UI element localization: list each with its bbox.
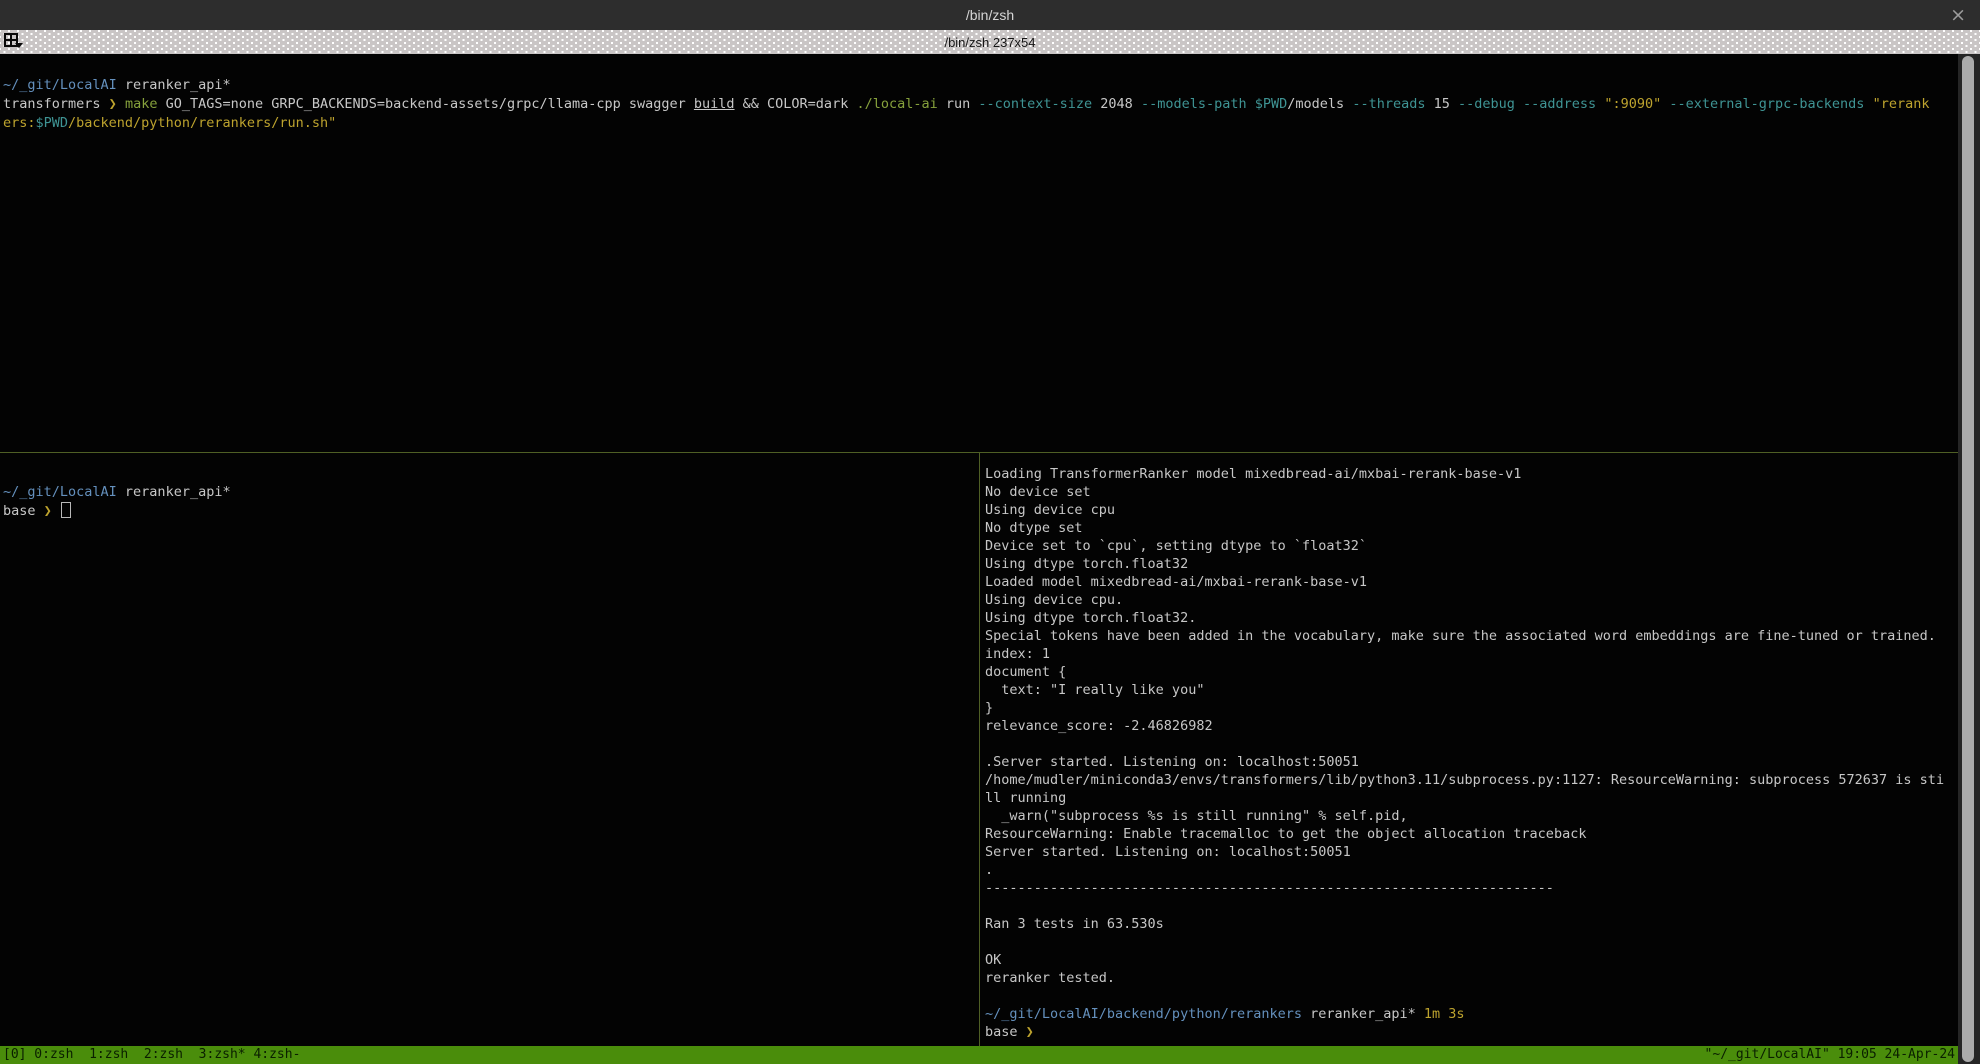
terminal-line: . (985, 861, 1958, 879)
terminal-line: transformers ❯ make GO_TAGS=none GRPC_BA… (3, 95, 1958, 114)
terminal-line: ll running (985, 789, 1958, 807)
terminal-line: Server started. Listening on: localhost:… (985, 843, 1958, 861)
pane-bottom-left-shell[interactable]: ~/_git/LocalAI reranker_api*base ❯ (0, 453, 982, 1046)
terminal-line: Loaded model mixedbread-ai/mxbai-rerank-… (985, 573, 1958, 591)
terminal-line: Using dtype torch.float32 (985, 555, 1958, 573)
terminal-line: reranker tested. (985, 969, 1958, 987)
terminal-line: base ❯ (3, 502, 982, 521)
tmux-status-bar: [0] 0:zsh 1:zsh 2:zsh 3:zsh* 4:zsh- "~/_… (0, 1046, 1958, 1064)
terminal-line: index: 1 (985, 645, 1958, 663)
pane-top-shell[interactable]: ~/_git/LocalAI reranker_api*transformers… (0, 54, 1958, 474)
terminal-line: Device set to `cpu`, setting dtype to `f… (985, 537, 1958, 555)
terminal-line: .Server started. Listening on: localhost… (985, 753, 1958, 771)
terminal-line (985, 897, 1958, 915)
terminal-line: Loading TransformerRanker model mixedbre… (985, 465, 1958, 483)
terminal-line: text: "I really like you" (985, 681, 1958, 699)
terminal-line: document { (985, 663, 1958, 681)
terminal-line: Using device cpu (985, 501, 1958, 519)
terminal-line: No dtype set (985, 519, 1958, 537)
tmux-window-list[interactable]: [0] 0:zsh 1:zsh 2:zsh 3:zsh* 4:zsh- (3, 1046, 300, 1064)
terminal-line: } (985, 699, 1958, 717)
window-titlebar: /bin/zsh × (0, 0, 1980, 30)
terminal-line: ResourceWarning: Enable tracemalloc to g… (985, 825, 1958, 843)
terminal-line: relevance_score: -2.46826982 (985, 717, 1958, 735)
chevron-down-icon (15, 43, 23, 48)
terminal-line: /home/mudler/miniconda3/envs/transformer… (985, 771, 1958, 789)
terminal-line: _warn("subprocess %s is still running" %… (985, 807, 1958, 825)
terminal-line: Ran 3 tests in 63.530s (985, 915, 1958, 933)
close-icon[interactable]: × (1950, 3, 1966, 27)
tab-bar: /bin/zsh 237x54 (0, 30, 1980, 54)
terminal-line: Special tokens have been added in the vo… (985, 627, 1958, 645)
terminal-line: base ❯ (985, 1023, 1958, 1041)
scrollbar-thumb[interactable] (1962, 56, 1974, 1062)
window-title: /bin/zsh (966, 7, 1014, 23)
terminal-cursor (61, 502, 71, 518)
layout-menu-icon[interactable] (4, 33, 23, 47)
tab-title: /bin/zsh 237x54 (944, 35, 1035, 50)
terminal-line: No device set (985, 483, 1958, 501)
terminal-line: Using device cpu. (985, 591, 1958, 609)
terminal-line (985, 987, 1958, 1005)
terminal-line: ~/_git/LocalAI reranker_api* (3, 483, 982, 502)
scrollbar[interactable] (1958, 54, 1980, 1064)
terminal-line: Using dtype torch.float32. (985, 609, 1958, 627)
tmux-status-right: "~/_git/LocalAI" 19:05 24-Apr-24 (1705, 1046, 1955, 1064)
terminal-line: ~/_git/LocalAI reranker_api* (3, 76, 1958, 95)
terminal-line (985, 735, 1958, 753)
terminal-line (985, 933, 1958, 951)
terminal-line: ~/_git/LocalAI/backend/python/rerankers … (985, 1005, 1958, 1023)
terminal-line: ----------------------------------------… (985, 879, 1958, 897)
terminal-line: OK (985, 951, 1958, 969)
terminal-area: ~/_git/LocalAI reranker_api*transformers… (0, 54, 1980, 1064)
terminal-line: ers:$PWD/backend/python/rerankers/run.sh… (3, 114, 1958, 133)
pane-bottom-right-output[interactable]: Loading TransformerRanker model mixedbre… (980, 453, 1958, 1046)
